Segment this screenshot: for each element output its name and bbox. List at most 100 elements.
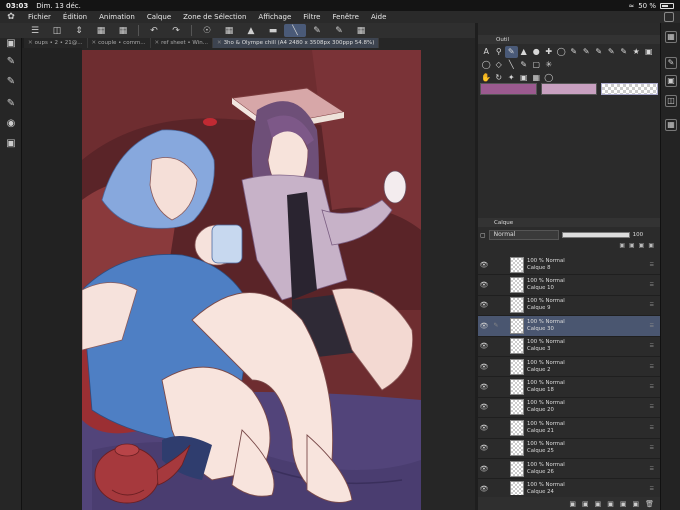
layer-row[interactable]: 👁 100 % Normal Calque 10 ☰ bbox=[478, 275, 660, 296]
transform-icon[interactable]: ▦ bbox=[218, 24, 240, 37]
layer-row[interactable]: 👁 100 % Normal Calque 20 ☰ bbox=[478, 398, 660, 419]
sparkle-tool-icon[interactable]: ✦ bbox=[505, 72, 518, 84]
grid-icon[interactable]: ▦ bbox=[112, 24, 134, 37]
drag-handle-icon[interactable]: ☰ bbox=[650, 302, 654, 308]
visibility-eye-icon[interactable]: 👁 bbox=[478, 322, 490, 330]
eyedropper-icon[interactable]: ✎ bbox=[328, 24, 350, 37]
drag-handle-icon[interactable]: ☰ bbox=[650, 404, 654, 410]
menu-edition[interactable]: Édition bbox=[57, 13, 93, 21]
drag-handle-icon[interactable]: ☰ bbox=[650, 364, 654, 370]
brush-tool-icon[interactable]: ✎ bbox=[580, 46, 593, 58]
menu-aide[interactable]: Aide bbox=[365, 13, 392, 21]
clear-icon[interactable]: ▬ bbox=[262, 24, 284, 37]
blend-mode-select[interactable]: Normal bbox=[488, 230, 559, 240]
document-tab[interactable]: ✕ oups • 2 • 21@... bbox=[24, 38, 88, 48]
drag-handle-icon[interactable]: ☰ bbox=[650, 262, 654, 268]
pen-tool-icon[interactable]: ✎ bbox=[505, 45, 518, 58]
decoration-tool-icon[interactable]: ★ bbox=[630, 46, 643, 58]
drag-handle-icon[interactable]: ☰ bbox=[650, 466, 654, 472]
close-tab-icon[interactable]: ✕ bbox=[155, 40, 160, 46]
eyedropper-tool-icon[interactable]: ✎ bbox=[605, 46, 618, 58]
drag-handle-icon[interactable]: ☰ bbox=[650, 445, 654, 451]
visibility-eye-icon[interactable]: 👁 bbox=[478, 485, 490, 493]
window-layout-button[interactable] bbox=[664, 12, 674, 22]
edit-target-icon[interactable]: ✎ bbox=[490, 322, 502, 329]
layer-row[interactable]: 👁 100 % Normal Calque 2 ☰ bbox=[478, 357, 660, 378]
clip-icon[interactable]: ▣ bbox=[619, 242, 625, 252]
menu-animation[interactable]: Animation bbox=[93, 13, 141, 21]
visibility-eye-icon[interactable]: 👁 bbox=[478, 444, 490, 452]
visibility-eye-icon[interactable]: 👁 bbox=[478, 363, 490, 371]
menu-fichier[interactable]: Fichier bbox=[22, 13, 57, 21]
new-layer-icon[interactable]: ▣ bbox=[569, 500, 576, 508]
drag-handle-icon[interactable]: ☰ bbox=[650, 323, 654, 329]
layer-row[interactable]: 👁 100 % Normal Calque 26 ☰ bbox=[478, 459, 660, 480]
lock-icon[interactable]: ▣ bbox=[639, 242, 645, 252]
menu-affichage[interactable]: Affichage bbox=[252, 13, 297, 21]
brush-icon[interactable]: ✎ bbox=[4, 97, 18, 111]
drag-handle-icon[interactable]: ☰ bbox=[650, 343, 654, 349]
layer-row[interactable]: 👁 100 % Normal Calque 8 ☰ bbox=[478, 255, 660, 276]
updown-icon[interactable]: ⇕ bbox=[68, 24, 90, 37]
drag-handle-icon[interactable]: ☰ bbox=[650, 384, 654, 390]
artwork-canvas[interactable] bbox=[82, 50, 421, 510]
pen-pressure-icon[interactable]: ✎ bbox=[4, 75, 18, 89]
pencil-tool-icon[interactable]: ✎ bbox=[593, 46, 606, 58]
panel-toggle-icon[interactable]: ▦ bbox=[665, 31, 677, 43]
panel-tool-icon[interactable]: ▦ bbox=[530, 72, 543, 84]
drag-handle-icon[interactable]: ☰ bbox=[650, 486, 654, 492]
blend-tool-icon[interactable]: ● bbox=[530, 46, 543, 58]
menu-zone-selection[interactable]: Zone de Sélection bbox=[177, 13, 252, 21]
app-logo-icon[interactable]: ✿ bbox=[0, 12, 22, 22]
ruler-tool-icon[interactable]: ╲ bbox=[505, 59, 518, 71]
visibility-eye-icon[interactable]: 👁 bbox=[478, 261, 490, 269]
lasso-tool-icon[interactable]: ◯ bbox=[555, 46, 568, 58]
transparent-color-swatch[interactable] bbox=[601, 83, 659, 95]
zoom-tool-icon[interactable]: ⚲ bbox=[493, 46, 506, 58]
visibility-eye-icon[interactable]: 👁 bbox=[478, 465, 490, 473]
select-tool-icon[interactable]: ▢ bbox=[530, 59, 543, 71]
layer-mode-icon[interactable]: ▢ bbox=[480, 232, 486, 239]
layers-icon[interactable]: ◫ bbox=[46, 24, 68, 37]
layer-row[interactable]: 👁 100 % Normal Calque 18 ☰ bbox=[478, 377, 660, 398]
layer-row[interactable]: 👁 100 % Normal Calque 3 ☰ bbox=[478, 337, 660, 357]
fill-tool-icon[interactable]: ▲ bbox=[518, 46, 531, 58]
mask-layer-icon[interactable]: ▣ bbox=[632, 500, 639, 508]
layer-row[interactable]: 👁 ✎ 100 % Normal Calque 30 ☰ bbox=[478, 316, 660, 337]
quick-access-icon[interactable]: ▦ bbox=[350, 24, 372, 37]
layer-panel-icon[interactable]: ◫ bbox=[665, 95, 677, 107]
rotate-tool-icon[interactable]: ↻ bbox=[493, 72, 506, 84]
menu-calque[interactable]: Calque bbox=[141, 13, 177, 21]
fill-icon[interactable]: ▲ bbox=[240, 24, 262, 37]
visibility-eye-icon[interactable]: 👁 bbox=[478, 403, 490, 411]
drag-handle-icon[interactable]: ☰ bbox=[650, 425, 654, 431]
navigator-panel-icon[interactable]: ▦ bbox=[665, 119, 677, 131]
balloon-tool-icon[interactable]: ▣ bbox=[518, 72, 531, 84]
drag-handle-icon[interactable]: ☰ bbox=[650, 282, 654, 288]
delete-layer-icon[interactable]: 🗑 bbox=[645, 500, 654, 508]
layer-row[interactable]: 👁 100 % Normal Calque 25 ☰ bbox=[478, 439, 660, 459]
visibility-eye-icon[interactable]: 👁 bbox=[478, 424, 490, 432]
pen-icon[interactable]: ✎ bbox=[4, 55, 18, 69]
sub-color-swatch[interactable] bbox=[540, 83, 598, 95]
move-tool-icon[interactable]: ✚ bbox=[543, 46, 556, 58]
document-tab[interactable]: ✕ ref sheet • Win... bbox=[151, 38, 213, 48]
visibility-eye-icon[interactable]: 👁 bbox=[478, 342, 490, 350]
palette-icon[interactable]: ▦ bbox=[90, 24, 112, 37]
color-panel-icon[interactable]: ▣ bbox=[665, 75, 677, 87]
ruler-icon[interactable]: ╲ bbox=[284, 24, 306, 37]
close-tab-icon[interactable]: ✕ bbox=[28, 40, 33, 46]
layer-row[interactable]: 👁 100 % Normal Calque 21 ☰ bbox=[478, 418, 660, 439]
canvas-area[interactable] bbox=[82, 48, 475, 510]
undo-icon[interactable]: ↶ bbox=[143, 24, 165, 37]
auto-select-tool-icon[interactable]: ✳ bbox=[543, 59, 556, 71]
hand-tool-icon[interactable]: ✋ bbox=[480, 72, 493, 84]
mask-icon[interactable]: ▣ bbox=[648, 242, 654, 252]
document-tab-active[interactable]: ✕ 3ho & Olympe chill (A4 2480 x 3508px 30… bbox=[212, 38, 380, 48]
visibility-eye-icon[interactable]: 👁 bbox=[478, 281, 490, 289]
menu-filtre[interactable]: Filtre bbox=[297, 13, 326, 21]
operation-tool-icon[interactable]: ◯ bbox=[480, 59, 493, 71]
text-tool-icon[interactable]: A bbox=[480, 46, 493, 58]
reference-icon[interactable]: ▣ bbox=[629, 242, 635, 252]
stabilizer-icon[interactable]: ◉ bbox=[4, 117, 18, 131]
